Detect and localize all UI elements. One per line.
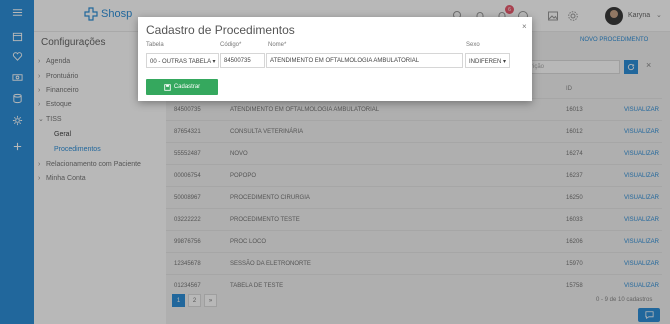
sexo-label: Sexo [466,42,480,48]
codigo-field[interactable]: 84500735 [220,53,265,68]
sexo-select[interactable]: INDIFEREN ▾ [465,53,510,68]
tabela-label: Tabela [146,42,164,48]
cadastro-modal: Cadastro de Procedimentos × Tabela Códig… [138,17,532,101]
nome-label: Nome* [268,42,287,48]
modal-title: Cadastro de Procedimentos [146,23,295,37]
cadastrar-label: Cadastrar [173,84,201,90]
nome-field[interactable]: ATENDIMENTO EM OFTALMOLOGIA AMBULATORIAL [266,53,463,68]
tabela-select[interactable]: 00 - OUTRAS TABELA ▾ [146,53,219,68]
save-icon [164,83,171,91]
close-icon[interactable]: × [522,22,527,31]
cadastrar-button[interactable]: Cadastrar [146,79,218,95]
codigo-label: Código* [220,42,242,48]
